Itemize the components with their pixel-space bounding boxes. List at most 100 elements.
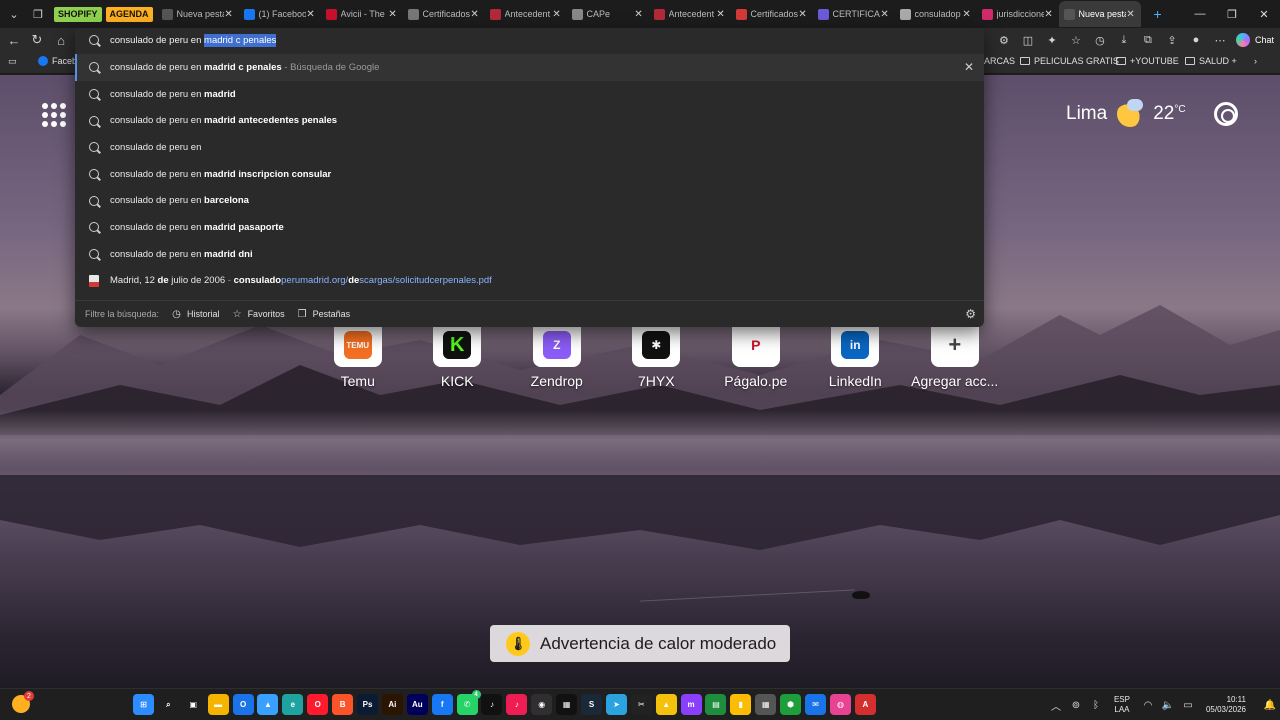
copilot-chat-button[interactable]: Chat: [1235, 33, 1274, 47]
tab-close-icon[interactable]: ✕: [634, 9, 644, 20]
tiktok-icon[interactable]: ♪: [481, 694, 503, 715]
search-suggestion[interactable]: consulado de peru en madrid dni: [75, 241, 984, 268]
favorite-facebook[interactable]: Faceb: [38, 56, 77, 66]
messenger-icon[interactable]: m: [680, 694, 702, 715]
extension-icon[interactable]: ⚙: [992, 28, 1016, 52]
quick-link-temu[interactable]: TEMU Temu: [308, 323, 408, 389]
profile-avatar[interactable]: ●: [1184, 28, 1208, 52]
downloads-icon[interactable]: ⤓: [1112, 28, 1136, 52]
edge-icon[interactable]: e: [282, 694, 304, 715]
back-button[interactable]: ←: [4, 30, 24, 50]
address-bar-input[interactable]: consulado de peru en madrid c penales: [75, 28, 984, 52]
app-launcher-icon[interactable]: [42, 103, 66, 127]
favorite-salud[interactable]: SALUD +: [1185, 56, 1237, 66]
favorite-arcas[interactable]: ARCAS: [984, 56, 1015, 66]
extensions-icon[interactable]: ✦: [1040, 28, 1064, 52]
browser-tab[interactable]: CERTIFICAD✕: [813, 1, 895, 27]
search-suggestion[interactable]: consulado de peru en barcelona: [75, 187, 984, 214]
opera-icon[interactable]: O: [307, 694, 329, 715]
split-screen-icon[interactable]: ◫: [1016, 28, 1040, 52]
quick-link-zendrop[interactable]: Z Zendrop: [507, 323, 607, 389]
tab-close-icon[interactable]: ✕: [470, 9, 480, 20]
audition-icon[interactable]: Au: [406, 694, 428, 715]
close-window-icon[interactable]: ✕: [1248, 0, 1280, 28]
badge-shopify[interactable]: SHOPIFY: [54, 6, 102, 22]
tab-actions-menu-icon[interactable]: ⌄: [2, 2, 26, 26]
quick-link-agregar-acc[interactable]: + Agregar acc...: [905, 323, 1005, 389]
workspaces-icon[interactable]: ❐: [26, 2, 50, 26]
tab-close-icon[interactable]: ✕: [306, 9, 316, 20]
filter-favorites-button[interactable]: ☆ Favoritos: [232, 309, 285, 320]
favorites-overflow-chevron-icon[interactable]: ›: [1254, 56, 1257, 66]
photos-icon[interactable]: ▲: [257, 694, 279, 715]
search-icon[interactable]: ⌕: [157, 694, 179, 715]
battery-icon[interactable]: ▭: [1178, 700, 1198, 711]
obs-icon[interactable]: ◉: [531, 694, 553, 715]
tab-close-icon[interactable]: ✕: [1044, 9, 1054, 20]
show-hidden-icons-chevron-icon[interactable]: ︿: [1046, 698, 1066, 713]
filter-tabs-button[interactable]: ❐ Pestañas: [297, 309, 351, 320]
search-settings-gear-icon[interactable]: ⚙: [965, 307, 976, 321]
tab-close-icon[interactable]: ✕: [716, 9, 726, 20]
outlook-icon[interactable]: O: [232, 694, 254, 715]
shield-icon[interactable]: ⬢: [780, 694, 802, 715]
browser-tab[interactable]: Nueva pesta ✕: [157, 1, 239, 27]
tab-close-icon[interactable]: ✕: [880, 9, 890, 20]
heat-warning-banner[interactable]: 🌡 Advertencia de calor moderado: [490, 625, 790, 662]
share-icon[interactable]: ⇪: [1160, 28, 1184, 52]
quick-link-p-galo-pe[interactable]: P Págalo.pe: [706, 323, 806, 389]
search-suggestion[interactable]: consulado de peru en madrid pasaporte: [75, 214, 984, 241]
wifi-icon[interactable]: ◠: [1138, 700, 1158, 711]
browser-tab[interactable]: CAPe ✕: [567, 1, 649, 27]
search-suggestion[interactable]: consulado de peru en madrid antecedentes…: [75, 107, 984, 134]
refresh-button[interactable]: ↻: [27, 30, 47, 50]
badge-agenda[interactable]: AGENDA: [105, 6, 153, 22]
browser-tab[interactable]: (1) Facebook✕: [239, 1, 321, 27]
pdf-icon[interactable]: A: [854, 694, 876, 715]
quick-link-kick[interactable]: K KICK: [408, 323, 508, 389]
remove-suggestion-close-icon[interactable]: ✕: [964, 60, 974, 74]
more-menu-icon[interactable]: ⋯: [1208, 28, 1232, 52]
tab-close-icon[interactable]: ✕: [1126, 9, 1136, 20]
tab-close-icon[interactable]: ✕: [552, 9, 562, 20]
calculator-icon[interactable]: ▦: [755, 694, 777, 715]
volume-icon[interactable]: 🔈: [1158, 700, 1178, 711]
browser-tab[interactable]: Nueva pesta ✕: [1058, 1, 1141, 27]
browser-tab[interactable]: Antecedent ✕: [649, 1, 731, 27]
network-monitor-icon[interactable]: ⊚: [1066, 700, 1086, 711]
capcut-pro-icon[interactable]: ✂: [630, 694, 652, 715]
tiktok-alt-icon[interactable]: ♪: [506, 694, 528, 715]
task-view-icon[interactable]: ▣: [182, 694, 204, 715]
file-explorer-icon[interactable]: ▬: [207, 694, 229, 715]
favorite-youtube[interactable]: +YOUTUBE: [1116, 56, 1179, 66]
search-suggestion[interactable]: consulado de peru en: [75, 134, 984, 161]
clock[interactable]: 10:11 05/03/2026: [1206, 695, 1246, 715]
page-settings-gear-icon[interactable]: [1214, 102, 1238, 126]
history-suggestion[interactable]: Madrid, 12 de julio de 2006 - consulado p…: [75, 268, 984, 295]
weather-widget[interactable]: Lima 22 °C: [1066, 99, 1186, 127]
quick-link-linkedin[interactable]: in LinkedIn: [806, 323, 906, 389]
keep-icon[interactable]: ▮: [730, 694, 752, 715]
sheets-icon[interactable]: ▤: [705, 694, 727, 715]
notes-icon[interactable]: ▲: [655, 694, 677, 715]
illustrator-icon[interactable]: Ai: [381, 694, 403, 715]
whatsapp-icon[interactable]: ✆ 4: [456, 690, 481, 715]
tab-close-icon[interactable]: ✕: [388, 9, 398, 20]
new-tab-button[interactable]: +: [1147, 3, 1169, 25]
favorites-icon[interactable]: ▭: [8, 56, 17, 67]
favorite-peliculas[interactable]: PELICULAS GRATIS: [1020, 56, 1119, 66]
weather-taskbar-icon[interactable]: 2: [12, 691, 34, 713]
filter-history-button[interactable]: ◷ Historial: [171, 309, 219, 320]
maximize-icon[interactable]: ❐: [1216, 0, 1248, 28]
tab-close-icon[interactable]: ✕: [962, 9, 972, 20]
facebook-icon[interactable]: f: [431, 694, 453, 715]
browser-tab[interactable]: Certificados ✕: [403, 1, 485, 27]
search-suggestion[interactable]: consulado de peru en madrid: [75, 81, 984, 108]
screenshot-icon[interactable]: ⧉: [1136, 28, 1160, 52]
quick-link-7hyx[interactable]: ✱ 7HYX: [607, 323, 707, 389]
notifications-bell-icon[interactable]: 🔔: [1260, 700, 1280, 711]
sticker-icon[interactable]: ◍: [829, 694, 851, 715]
mail-icon[interactable]: ✉: [805, 694, 827, 715]
favorites-star-icon[interactable]: ☆: [1064, 28, 1088, 52]
browser-tab[interactable]: Antecedent ✕: [485, 1, 567, 27]
